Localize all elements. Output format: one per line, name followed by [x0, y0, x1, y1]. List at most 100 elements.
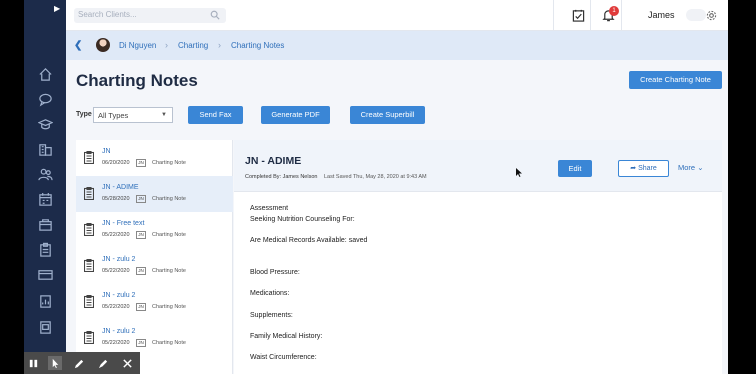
document-icon [84, 259, 94, 272]
list-item[interactable]: JN - Free text 05/22/2020 JN Charting No… [76, 212, 233, 248]
more-menu-button[interactable]: More ⌄ [678, 163, 703, 172]
completed-by: Completed By: James Nelson [245, 174, 318, 180]
sidebar: ▶ [24, 0, 66, 374]
note-author-tag: JN [136, 303, 146, 311]
note-detail-header: JN - ADIME Completed By: James Nelson La… [234, 140, 722, 192]
billing-icon[interactable] [36, 266, 54, 282]
caret-down-icon: ▼ [161, 112, 167, 118]
search-icon[interactable] [210, 10, 220, 20]
note-date: 05/22/2020 [102, 268, 130, 274]
field-blood-pressure: Blood Pressure: [250, 269, 300, 276]
highlighter-icon[interactable] [96, 356, 110, 370]
education-icon[interactable] [36, 116, 54, 132]
recording-toolbar [24, 352, 140, 374]
note-kind: Charting Note [152, 304, 186, 310]
gear-icon[interactable] [706, 10, 717, 21]
pause-icon[interactable] [26, 356, 40, 370]
note-author-tag: JN [136, 231, 146, 239]
breadcrumb-client[interactable]: Di Nguyen [119, 41, 156, 50]
note-author-tag: JN [136, 267, 146, 275]
pen-icon[interactable] [72, 356, 86, 370]
notes-list: JN 06/20/2020 JN Charting Note JN - ADIM… [76, 140, 233, 374]
note-kind: Charting Note [152, 196, 186, 202]
search-placeholder: Search Clients... [78, 10, 137, 19]
note-kind: Charting Note [152, 340, 186, 346]
note-date: 06/20/2020 [102, 160, 130, 166]
note-detail: JN - ADIME Completed By: James Nelson La… [234, 140, 722, 374]
home-icon[interactable] [36, 66, 54, 82]
close-icon[interactable] [120, 356, 134, 370]
document-icon [84, 223, 94, 236]
type-select-value: All Types [98, 111, 129, 120]
note-title: JN - zulu 2 [102, 256, 136, 263]
chevron-right-icon: › [165, 40, 168, 50]
share-arrow-icon: ➦ [630, 165, 639, 172]
note-author-tag: JN [136, 159, 146, 167]
breadcrumb: ❮ Di Nguyen › Charting › Charting Notes [66, 31, 728, 60]
clipboard-icon[interactable] [36, 241, 54, 257]
documents-icon[interactable] [36, 319, 54, 335]
note-title: JN - zulu 2 [102, 328, 136, 335]
field-medical-records: Are Medical Records Available: saved [250, 237, 368, 244]
note-kind: Charting Note [152, 232, 186, 238]
generate-pdf-button[interactable]: Generate PDF [261, 106, 330, 124]
note-kind: Charting Note [152, 268, 186, 274]
top-bar: Search Clients... 1 James [66, 0, 728, 31]
note-detail-title: JN - ADIME [245, 155, 302, 167]
edit-button[interactable]: Edit [558, 160, 592, 177]
back-chevron-icon[interactable]: ❮ [74, 40, 82, 51]
reports-icon[interactable] [36, 293, 54, 309]
document-icon [84, 331, 94, 344]
send-fax-button[interactable]: Send Fax [188, 106, 243, 124]
note-date: 05/22/2020 [102, 304, 130, 310]
field-family-history: Family Medical History: [250, 333, 323, 340]
list-item[interactable]: JN - zulu 2 05/22/2020 JN Charting Note [76, 248, 233, 284]
mouse-cursor-icon [516, 168, 522, 177]
chevron-down-icon: ⌄ [697, 163, 704, 172]
share-label: Share [638, 165, 657, 172]
note-date: 05/22/2020 [102, 232, 130, 238]
clients-icon[interactable] [36, 166, 54, 182]
user-name[interactable]: James [648, 10, 675, 20]
more-label: More [678, 163, 696, 172]
field-seeking-counseling: Seeking Nutrition Counseling For: [250, 216, 355, 223]
search-input[interactable]: Search Clients... [74, 8, 226, 23]
app-window: ▶ Search Clients... 1 James ❮ Di Nguyen … [24, 0, 728, 374]
expand-sidebar-icon[interactable]: ▶ [54, 4, 60, 13]
building-icon[interactable] [36, 141, 54, 157]
calendar-icon[interactable] [36, 191, 54, 207]
note-title: JN - zulu 2 [102, 292, 136, 299]
list-item[interactable]: JN - zulu 2 05/22/2020 JN Charting Note [76, 320, 233, 356]
notification-badge: 1 [609, 6, 619, 16]
user-toggle[interactable] [686, 9, 706, 21]
pointer-icon[interactable] [48, 356, 62, 370]
type-label: Type [76, 111, 92, 118]
list-item[interactable]: JN - ADIME 05/28/2020 JN Charting Note [76, 176, 233, 212]
chat-icon[interactable] [36, 91, 54, 107]
create-charting-note-button[interactable]: Create Charting Note [629, 71, 722, 89]
note-date: 05/22/2020 [102, 340, 130, 346]
list-item[interactable]: JN - zulu 2 05/22/2020 JN Charting Note [76, 284, 233, 320]
note-author-tag: JN [136, 339, 146, 347]
programs-icon[interactable] [36, 216, 54, 232]
divider [553, 0, 554, 31]
note-title: JN - ADIME [102, 184, 139, 191]
share-button[interactable]: ➦ Share [618, 160, 669, 177]
breadcrumb-charting[interactable]: Charting [178, 41, 208, 50]
field-medications: Medications: [250, 290, 290, 297]
tasks-icon[interactable] [572, 9, 585, 22]
note-date: 05/28/2020 [102, 196, 130, 202]
type-select[interactable]: All Types ▼ [93, 107, 173, 123]
note-author-tag: JN [136, 195, 146, 203]
field-supplements: Supplements: [250, 312, 293, 319]
avatar [96, 38, 110, 52]
create-superbill-button[interactable]: Create Superbill [350, 106, 425, 124]
page-title: Charting Notes [76, 71, 198, 90]
list-item[interactable]: JN 06/20/2020 JN Charting Note [76, 140, 233, 176]
note-title: JN - Free text [102, 220, 145, 227]
field-waist-circumference: Waist Circumference: [250, 354, 317, 361]
note-title: JN [102, 148, 111, 155]
field-assessment: Assessment [250, 205, 289, 212]
last-saved: Last Saved Thu, May 28, 2020 at 9:43 AM [324, 174, 427, 180]
divider [621, 0, 622, 31]
